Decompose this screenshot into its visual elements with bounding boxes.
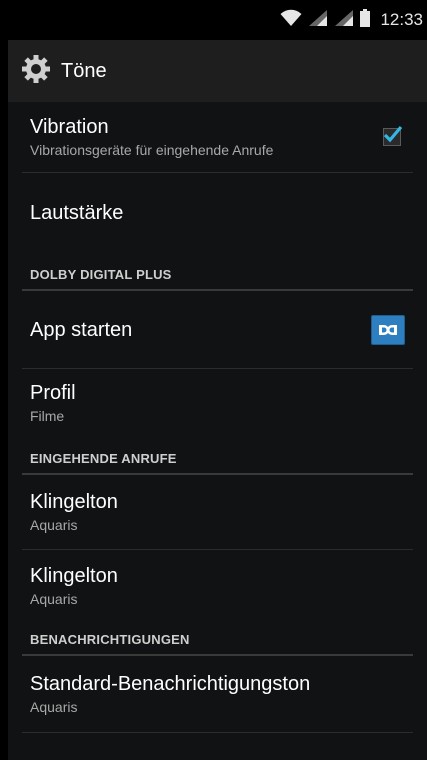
volume-setting[interactable]: Lautstärke: [8, 173, 427, 252]
divider: [22, 732, 413, 733]
notification-sound-text: Standard-Benachrichtigungston Aquaris: [30, 672, 405, 716]
profile-summary: Filme: [30, 408, 65, 424]
ringtone-setting-2[interactable]: Klingelton Aquaris: [8, 550, 427, 622]
vibration-summary: Vibrationsgeräte für eingehende Anrufe: [30, 142, 274, 158]
profile-title: Profil: [30, 382, 76, 404]
action-bar: Töne: [8, 40, 427, 102]
battery-icon: [360, 8, 371, 32]
vibration-text: Vibration Vibrationsgeräte für eingehend…: [30, 115, 383, 159]
status-bar: 12:33: [8, 0, 427, 40]
ringtone-summary-2: Aquaris: [30, 591, 78, 607]
settings-screen: 12:33 Töne Vibration Vibrationsgeräte fü…: [8, 0, 427, 760]
ringtone-text: Klingelton Aquaris: [30, 490, 405, 534]
vibration-checkbox[interactable]: [383, 125, 403, 146]
dolby-icon[interactable]: [371, 314, 405, 345]
signal-icon: [334, 9, 354, 32]
page-title: Töne: [61, 59, 107, 82]
volume-title: Lautstärke: [30, 201, 124, 224]
category-notifications: BENACHRICHTIGUNGEN: [30, 632, 190, 647]
category-incoming: EINGEHENDE ANRUFE: [30, 451, 177, 466]
checkmark-icon: [383, 125, 403, 143]
profile-text: Profil Filme: [30, 381, 405, 425]
ringtone-summary: Aquaris: [30, 517, 78, 533]
status-time: 12:33: [380, 10, 423, 29]
app-start-setting[interactable]: App starten: [8, 291, 427, 368]
app-start-title: App starten: [30, 318, 133, 341]
notification-sound-summary: Aquaris: [30, 699, 78, 715]
ringtone-title: Klingelton: [30, 491, 118, 513]
notification-sound-title: Standard-Benachrichtigungston: [30, 673, 311, 695]
volume-text: Lautstärke: [30, 201, 405, 225]
gear-icon[interactable]: [21, 54, 51, 89]
wifi-icon: [280, 9, 302, 32]
vibration-setting[interactable]: Vibration Vibrationsgeräte für eingehend…: [8, 102, 427, 172]
notification-sound-setting[interactable]: Standard-Benachrichtigungston Aquaris: [8, 656, 427, 732]
vibration-title: Vibration: [30, 116, 109, 138]
category-dolby: DOLBY DIGITAL PLUS: [30, 267, 172, 282]
app-start-text: App starten: [30, 318, 371, 342]
ringtone-title-2: Klingelton: [30, 565, 118, 587]
ringtone-setting[interactable]: Klingelton Aquaris: [8, 475, 427, 549]
ringtone-text-2: Klingelton Aquaris: [30, 564, 405, 608]
status-icons: 12:33: [280, 8, 423, 32]
signal-icon: [308, 9, 328, 32]
profile-setting[interactable]: Profil Filme: [8, 369, 427, 437]
